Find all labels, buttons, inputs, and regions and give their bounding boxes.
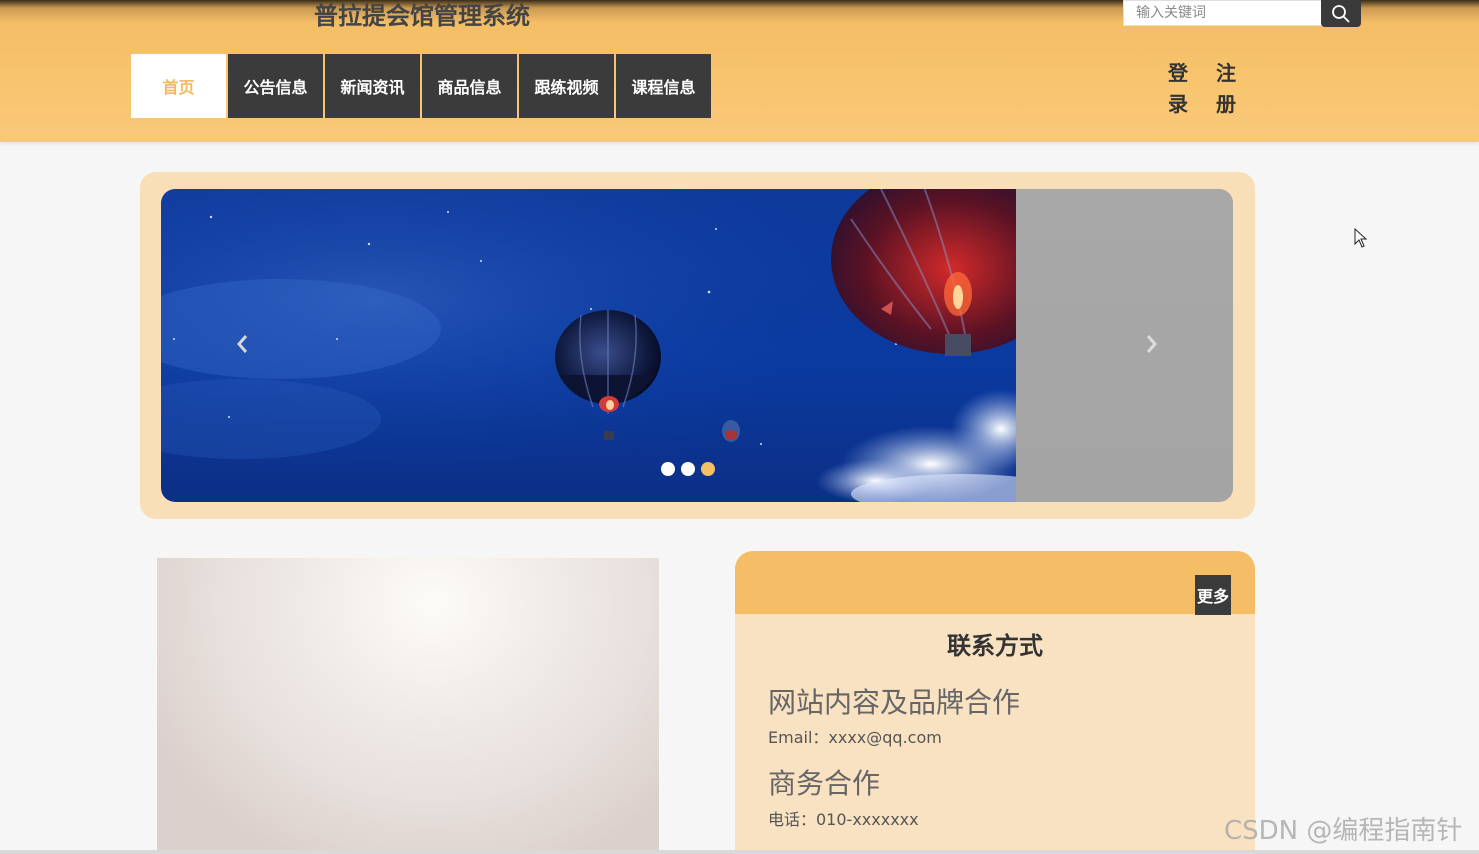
contact-title: 联系方式 (947, 632, 1043, 660)
mouse-cursor-icon (1354, 228, 1368, 248)
main-nav: 首页 公告信息 新闻资讯 商品信息 跟练视频 课程信息 (131, 54, 713, 118)
chevron-right-icon (1146, 335, 1157, 353)
nav-item-news[interactable]: 新闻资讯 (325, 54, 420, 118)
carousel-dot-2[interactable] (681, 462, 695, 476)
site-title: 普拉提会馆管理系统 (314, 2, 530, 30)
nav-item-products[interactable]: 商品信息 (422, 54, 517, 118)
carousel-dot-1[interactable] (661, 462, 675, 476)
contact-card-header: 更多 (735, 551, 1255, 615)
carousel-dot-3[interactable] (701, 462, 715, 476)
carousel-slide-image (161, 189, 1016, 502)
login-link[interactable]: 登 录 (1166, 58, 1190, 120)
login-label-top: 登 (1168, 61, 1188, 85)
contact-section-brand-email: Email：xxxx@qq.com (768, 728, 942, 747)
search-button[interactable] (1321, 0, 1361, 27)
nav-item-videos[interactable]: 跟练视频 (519, 54, 614, 118)
carousel-next-slide-preview (1016, 189, 1233, 502)
hot-air-balloon-image (161, 189, 1016, 502)
feature-image (157, 558, 659, 854)
contact-card: 更多 联系方式 网站内容及品牌合作 Email：xxxx@qq.com 商务合作… (735, 551, 1255, 854)
carousel-next-arrow[interactable] (1137, 329, 1167, 359)
site-header: 普拉提会馆管理系统 首页 公告信息 新闻资讯 商品信息 跟练视频 课程信息 登 … (0, 0, 1479, 142)
contact-section-business-phone: 电话：010-xxxxxxx (768, 810, 919, 829)
watermark: CSDN @编程指南针 (1224, 816, 1463, 846)
contact-section-brand-title: 网站内容及品牌合作 (768, 686, 1021, 719)
banner-carousel[interactable] (161, 189, 1233, 502)
search-icon (1332, 4, 1350, 23)
more-button[interactable]: 更多 (1195, 575, 1231, 615)
carousel-prev-arrow[interactable] (227, 329, 257, 359)
nav-item-courses[interactable]: 课程信息 (616, 54, 711, 118)
register-label-top: 注 (1216, 61, 1236, 85)
register-link[interactable]: 注 册 (1214, 58, 1238, 120)
nav-item-home[interactable]: 首页 (131, 54, 226, 118)
register-label-bottom: 册 (1216, 92, 1236, 116)
carousel-indicators (661, 462, 715, 476)
chevron-left-icon (237, 335, 248, 353)
bottom-divider (0, 850, 1479, 854)
nav-item-notices[interactable]: 公告信息 (228, 54, 323, 118)
search-input[interactable] (1123, 0, 1322, 26)
login-label-bottom: 录 (1168, 92, 1188, 116)
contact-section-business-title: 商务合作 (768, 767, 881, 800)
